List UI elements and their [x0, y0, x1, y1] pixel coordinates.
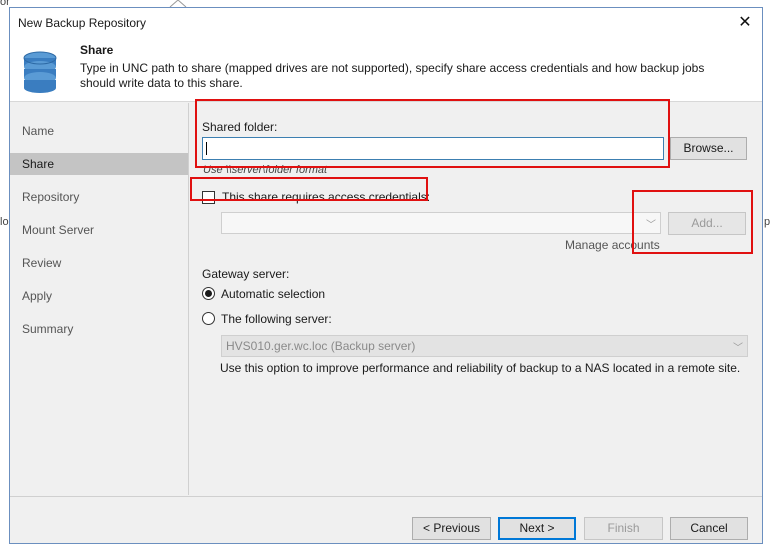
sidebar-item-summary[interactable]: Summary: [10, 318, 188, 340]
page-title: Share: [80, 43, 114, 57]
sidebar-item-repository[interactable]: Repository: [10, 186, 188, 208]
automatic-selection-label[interactable]: Automatic selection: [221, 287, 325, 301]
chevron-down-icon: ﹀: [733, 343, 743, 354]
sidebar-item-apply[interactable]: Apply: [10, 285, 188, 307]
cancel-button[interactable]: Cancel: [670, 517, 748, 540]
next-button[interactable]: Next >: [498, 517, 576, 540]
finish-button[interactable]: Finish: [584, 517, 663, 540]
credentials-dropdown[interactable]: ﹀: [221, 212, 661, 234]
wizard-header: Share Type in UNC path to share (mapped …: [10, 38, 762, 102]
wizard-steps-sidebar: Name Share Repository Mount Server Revie…: [10, 103, 189, 495]
automatic-selection-radio[interactable]: [202, 287, 215, 300]
previous-button[interactable]: < Previous: [412, 517, 491, 540]
background-fragment-left: lo: [0, 216, 9, 228]
dialog-window: New Backup Repository ✕ Share Type in UN…: [9, 7, 763, 544]
wizard-footer: < Previous Next > Finish Cancel: [10, 496, 762, 545]
highlight-shared-folder: [195, 99, 670, 168]
gateway-server-label: Gateway server:: [202, 267, 290, 281]
gateway-server-dropdown[interactable]: HVS010.ger.wc.loc (Backup server) ﹀: [221, 335, 748, 357]
sidebar-item-share[interactable]: Share: [10, 153, 188, 175]
close-icon[interactable]: ✕: [736, 14, 754, 32]
following-server-radio[interactable]: [202, 312, 215, 325]
gateway-note: Use this option to improve performance a…: [220, 361, 741, 375]
sidebar-item-name[interactable]: Name: [10, 120, 188, 142]
browse-button[interactable]: Browse...: [670, 137, 747, 160]
sidebar-item-mount-server[interactable]: Mount Server: [10, 219, 188, 241]
database-icon: [23, 51, 57, 93]
gateway-server-value: HVS010.ger.wc.loc (Backup server): [226, 339, 416, 353]
page-description: Type in UNC path to share (mapped drives…: [80, 61, 705, 90]
window-title: New Backup Repository: [18, 16, 147, 30]
highlight-credentials-checkbox: [190, 177, 428, 201]
sidebar-item-review[interactable]: Review: [10, 252, 188, 274]
title-bar: New Backup Repository ✕: [10, 8, 762, 38]
highlight-add-button: [632, 190, 753, 254]
background-fragment-right: p: [764, 216, 771, 228]
following-server-label[interactable]: The following server:: [221, 312, 332, 326]
